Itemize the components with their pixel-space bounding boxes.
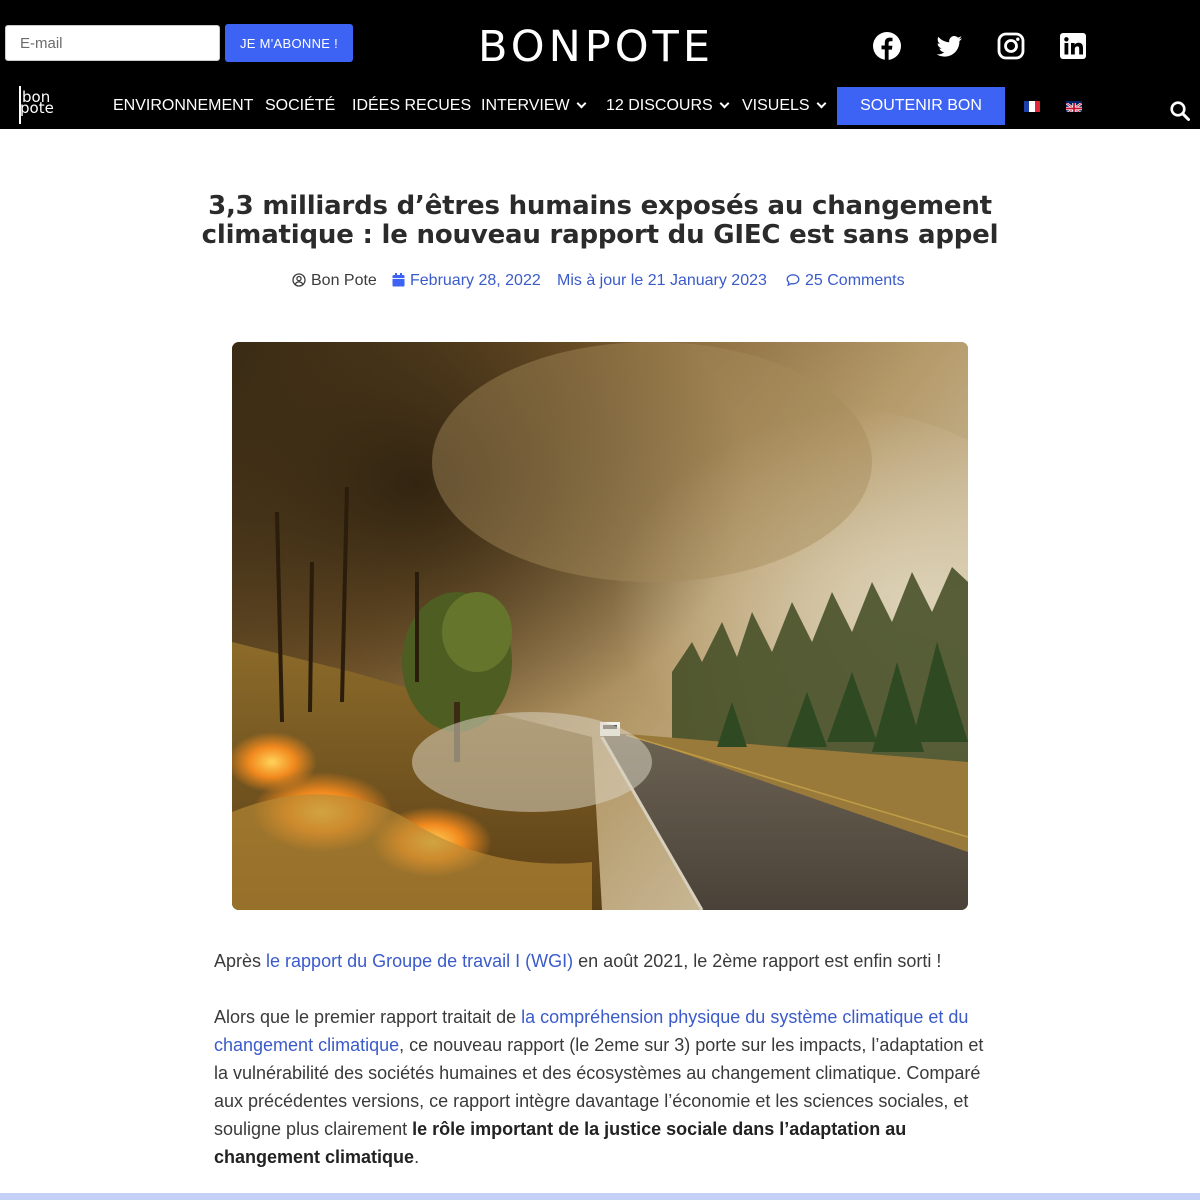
article-comments-link[interactable]: 25 Comments — [786, 270, 905, 292]
subscribe-button[interactable]: JE M'ABONNE ! — [225, 24, 353, 62]
nav-item-environnement[interactable]: ENVIRONNEMENT — [113, 91, 253, 121]
french-flag-icon[interactable] — [1024, 101, 1040, 112]
article-author-name: Bon Pote — [311, 272, 377, 289]
nav-item-visuels-label: VISUELS — [742, 97, 810, 114]
wg1-report-link[interactable]: le rapport du Groupe de travail I (WGI) — [266, 951, 573, 971]
user-circle-icon — [292, 273, 306, 287]
nav-item-12-discours[interactable]: 12 DISCOURS — [606, 91, 730, 121]
logo-text-bottom: pote — [20, 99, 54, 117]
calendar-icon — [392, 273, 405, 287]
twitter-icon[interactable] — [934, 31, 964, 61]
p1-text-before: Après — [214, 951, 267, 971]
search-icon[interactable] — [1169, 100, 1191, 122]
uk-flag-icon[interactable] — [1066, 101, 1082, 112]
support-button[interactable]: SOUTENIR BON POTE — [837, 87, 1005, 152]
nav-item-interview-label: INTERVIEW — [481, 97, 570, 114]
article-paragraph-1: Après le rapport du Groupe de travail I … — [214, 947, 984, 975]
nav-logo[interactable]: bon pote — [16, 86, 60, 126]
bottom-banner-edge — [0, 1193, 1200, 1200]
instagram-icon[interactable] — [996, 31, 1026, 61]
chevron-down-icon — [719, 98, 730, 109]
nav-item-interview[interactable]: INTERVIEW — [481, 91, 587, 121]
site-brand[interactable]: BONPOTE — [440, 22, 752, 72]
article-author[interactable]: Bon Pote — [292, 270, 377, 292]
article-title-line2: climatique : le nouveau rapport du GIEC … — [201, 220, 999, 250]
hero-image-wildfire — [232, 342, 968, 910]
article-date-text: February 28, 2022 — [410, 272, 541, 289]
article-updated: Mis à jour le 21 January 2023 — [557, 272, 767, 289]
article-title: 3,3 milliards d’êtres humains exposés au… — [200, 192, 1000, 250]
article-date[interactable]: February 28, 2022 — [392, 270, 541, 292]
p1-text-after: en août 2021, le 2ème rapport est enfin … — [573, 951, 942, 971]
nav-item-idees-recues[interactable]: IDÉES RECUES — [352, 91, 471, 121]
article-title-line1: 3,3 milliards d’êtres humains exposés au… — [208, 191, 992, 221]
article-paragraph-2: Alors que le premier rapport traitait de… — [214, 1003, 984, 1171]
p2-text-after: . — [414, 1147, 420, 1167]
chevron-down-icon — [576, 98, 587, 109]
chevron-down-icon — [816, 98, 827, 109]
p2-text-before: Alors que le premier rapport traitait de — [214, 1007, 522, 1027]
comment-icon — [786, 274, 800, 287]
facebook-icon[interactable] — [872, 31, 902, 61]
article-comments-count: 25 Comments — [805, 272, 905, 289]
nav-item-visuels[interactable]: VISUELS — [742, 91, 827, 121]
nav-item-societe[interactable]: SOCIÉTÉ — [265, 91, 335, 121]
nav-item-12-discours-label: 12 DISCOURS — [606, 97, 713, 114]
newsletter-email-input[interactable] — [5, 25, 220, 61]
linkedin-icon[interactable] — [1058, 31, 1088, 61]
